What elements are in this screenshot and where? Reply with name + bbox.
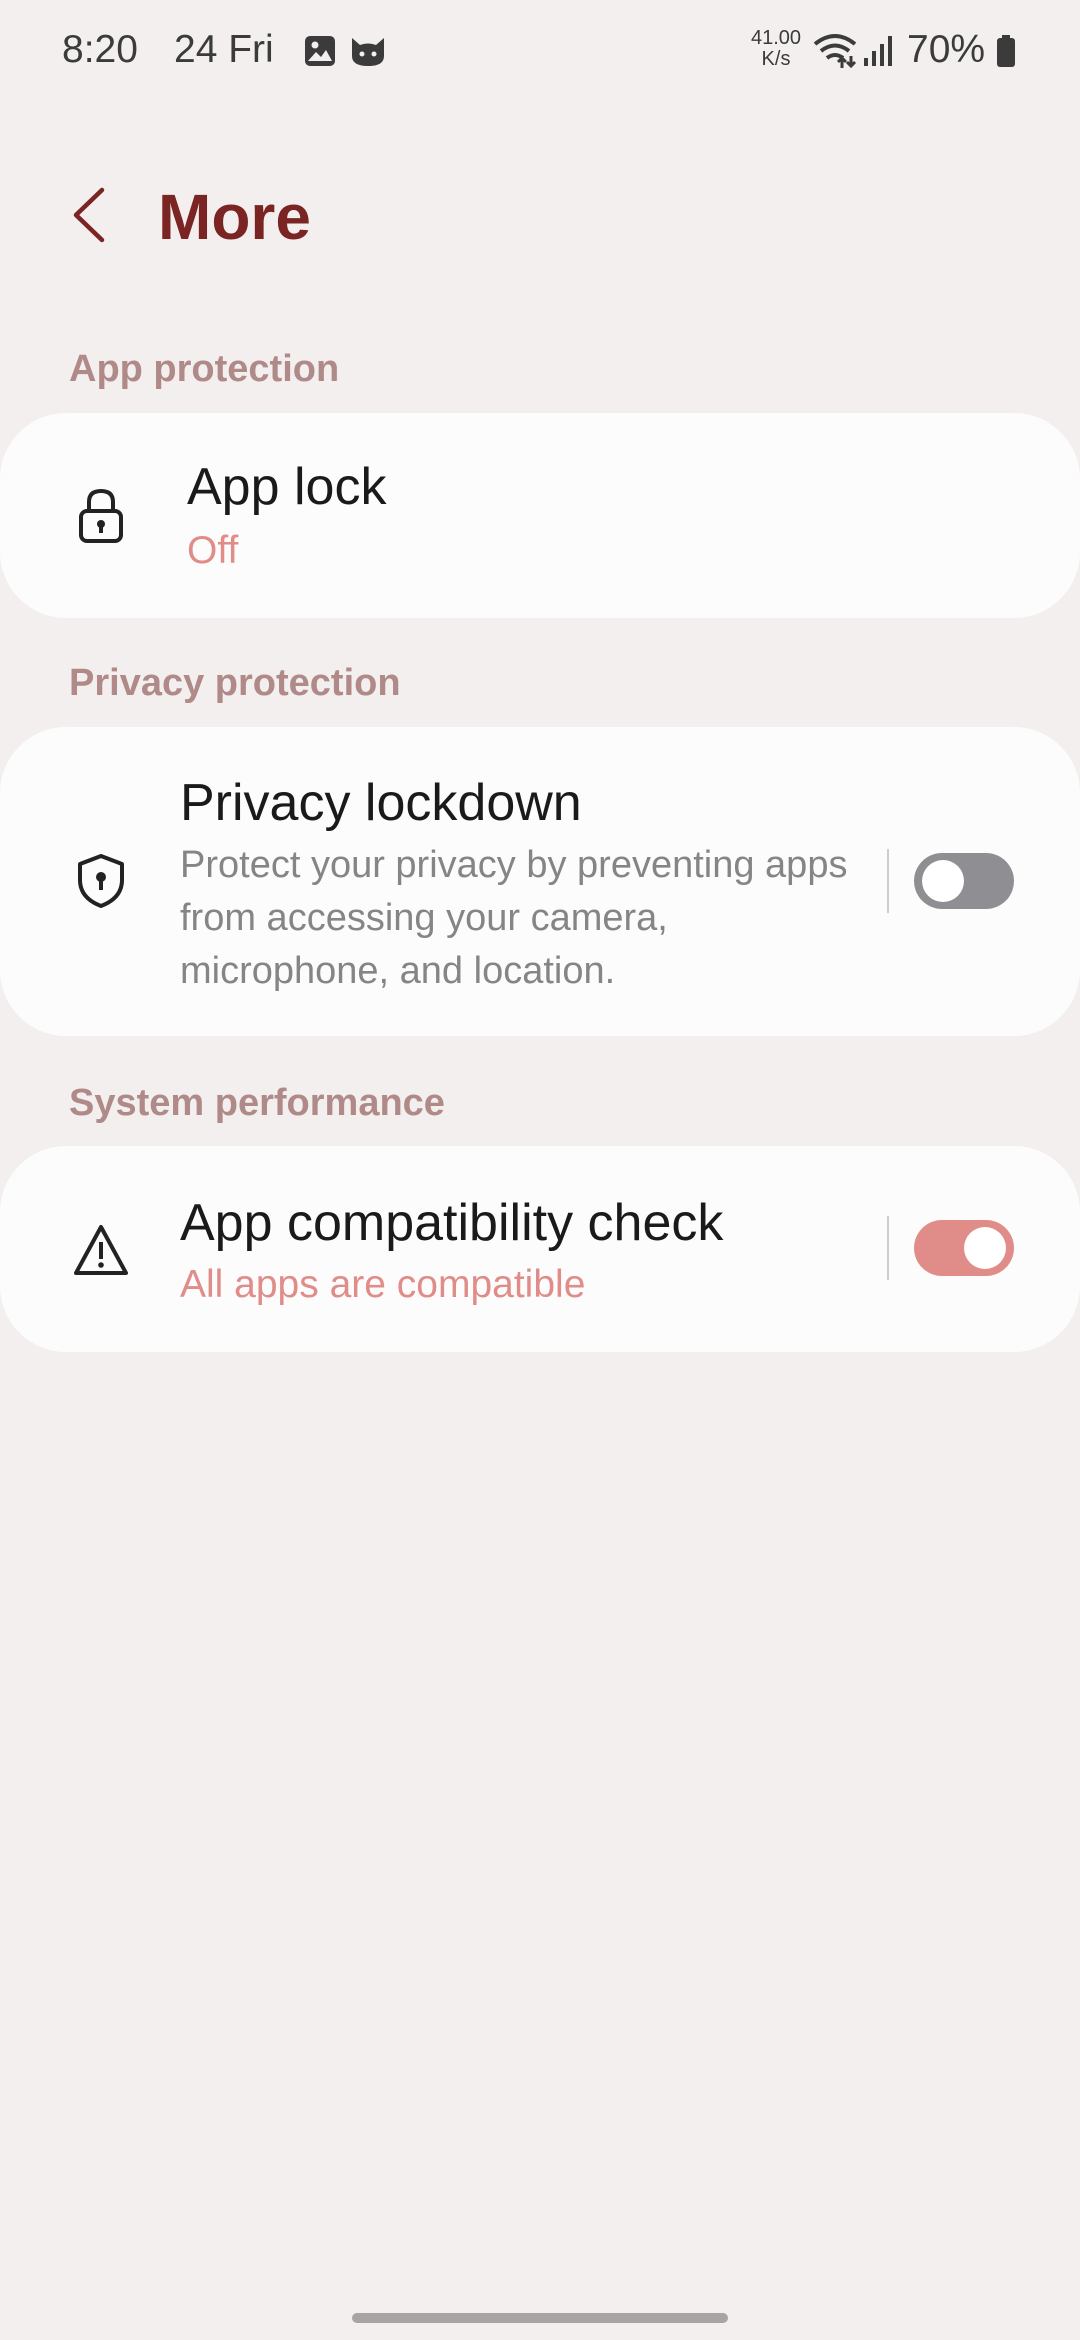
shield-alert-icon (78, 854, 124, 908)
network-speed-value: 41.00 (750, 27, 802, 49)
toggle-knob (964, 1227, 1006, 1269)
privacy-lockdown-description: Protect your privacy by preventing apps … (180, 844, 848, 992)
privacy-lockdown-title: Privacy lockdown (180, 774, 582, 832)
toggle-divider (887, 849, 889, 913)
signal-icon (864, 36, 892, 66)
home-indicator[interactable] (352, 2313, 728, 2323)
app-lock-item[interactable]: App lock Off (0, 413, 1080, 618)
app-compatibility-status: All apps are compatible (180, 1263, 586, 1306)
status-bar: 8:20 24 Fri 41.00 K/s 70% (0, 0, 1080, 100)
status-time: 8:20 (62, 28, 138, 71)
toggle-knob (922, 860, 964, 902)
page-title: More (158, 181, 311, 253)
privacy-lockdown-item[interactable]: Privacy lockdown Protect your privacy by… (0, 727, 1080, 1036)
app-compatibility-check-title: App compatibility check (180, 1194, 724, 1252)
status-date: 24 Fri (174, 28, 274, 71)
network-speed-unit: K/s (761, 48, 791, 70)
privacy-lockdown-toggle[interactable] (914, 853, 1014, 909)
battery-percentage: 70% (907, 28, 986, 71)
section-header-app-protection: App protection (69, 348, 340, 390)
more-settings-screen: 8:20 24 Fri 41.00 K/s 70% More App prote… (0, 0, 1080, 2340)
battery-icon (997, 35, 1015, 67)
chevron-left-icon (73, 187, 105, 243)
back-button[interactable] (62, 180, 118, 250)
lock-icon (79, 488, 123, 543)
app-lock-title: App lock (187, 458, 387, 516)
gallery-icon (305, 36, 335, 66)
warning-triangle-icon (74, 1225, 128, 1275)
toggle-divider (887, 1216, 889, 1280)
app-lock-status: Off (187, 529, 239, 572)
app-compatibility-check-item[interactable]: App compatibility check All apps are com… (0, 1146, 1080, 1352)
cat-app-icon (352, 38, 384, 66)
section-header-privacy-protection: Privacy protection (69, 662, 401, 704)
section-header-system-performance: System performance (69, 1082, 445, 1124)
app-compatibility-toggle[interactable] (914, 1220, 1014, 1276)
wifi-icon (813, 34, 857, 69)
network-speed: 41.00 K/s (746, 28, 806, 70)
